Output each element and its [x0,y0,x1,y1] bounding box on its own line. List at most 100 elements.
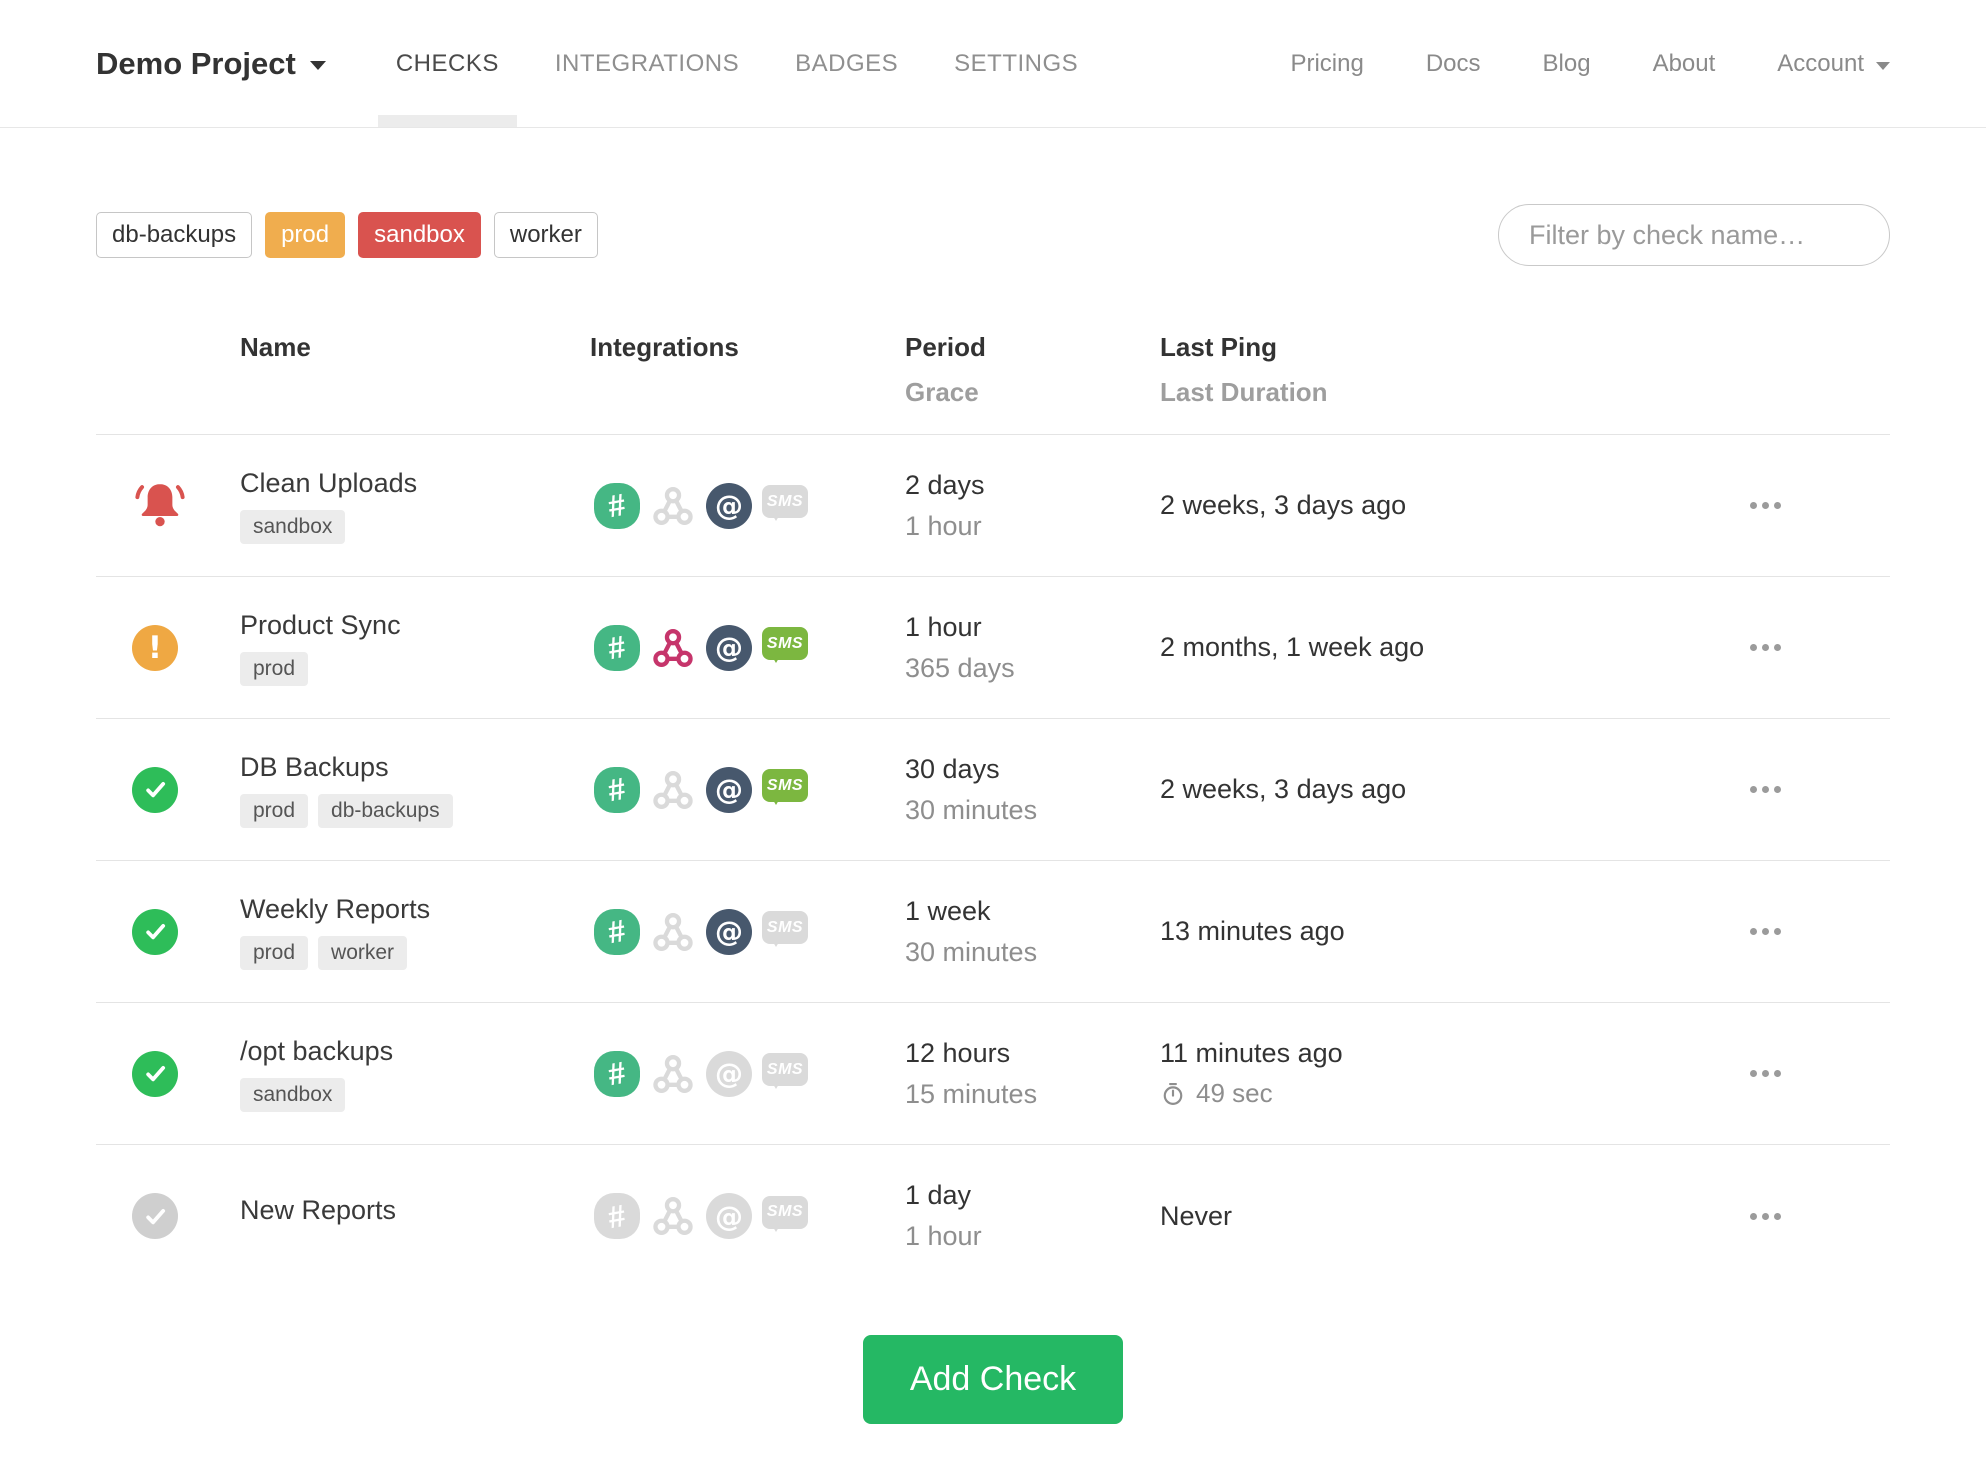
last-ping-cell: Never [1160,1201,1640,1232]
sms-icon: SMS [762,483,808,529]
integrations-cell: # @ SMS [590,482,905,529]
row-menu-button[interactable] [1740,630,1791,665]
nav-links: Pricing Docs Blog About Account [1259,50,1890,78]
check-name[interactable]: /opt backups [240,1036,590,1067]
project-name: Demo Project [96,45,296,81]
col-header-last-ping: Last Ping [1160,332,1278,362]
col-header-grace: Grace [905,377,979,407]
period-cell: 12 hours 15 minutes [905,1038,1160,1110]
last-duration-line: 49 sec [1160,1078,1640,1109]
grace-value: 30 minutes [905,936,1038,967]
check-row[interactable]: ! New Reports # [96,1145,1890,1287]
email-icon: @ [706,482,752,529]
check-name[interactable]: New Reports [240,1195,590,1226]
nav-link-docs[interactable]: Docs [1395,50,1512,78]
check-tag: worker [318,935,408,970]
row-menu-button[interactable] [1740,914,1791,949]
tab-checks[interactable]: CHECKS [368,0,527,127]
col-header-name: Name [240,332,311,362]
webhook-icon [650,909,696,955]
col-header-last-duration: Last Duration [1160,377,1328,407]
tab-settings[interactable]: SETTINGS [926,0,1106,127]
slack-icon: # [594,1193,640,1239]
sms-icon: SMS [762,1051,808,1097]
row-menu-button[interactable] [1740,1199,1791,1234]
tab-badges[interactable]: BADGES [767,0,926,127]
check-tag: sandbox [240,509,346,544]
last-ping-cell: 2 weeks, 3 days ago [1160,490,1640,521]
email-icon: @ [706,1193,752,1239]
sms-icon: SMS [762,767,808,813]
menu-cell [1640,1056,1890,1091]
period-value: 12 hours [905,1037,1011,1068]
alert-bell-icon [132,478,188,534]
nav-link-pricing[interactable]: Pricing [1259,50,1394,78]
tag-filter-sandbox[interactable]: sandbox [358,212,481,258]
row-menu-button[interactable] [1740,772,1791,807]
check-name[interactable]: Weekly Reports [240,894,590,925]
row-menu-button[interactable] [1740,1056,1791,1091]
webhook-icon [650,1193,696,1239]
row-menu-button[interactable] [1740,488,1791,523]
name-cell: Weekly Reports prod worker [240,894,590,970]
check-name-filter-input[interactable] [1498,204,1890,266]
sms-icon: SMS [762,1193,808,1239]
check-row[interactable]: ! DB Backups prod db-backups [96,719,1890,861]
check-name[interactable]: Product Sync [240,610,590,641]
last-ping-value: 13 minutes ago [1160,916,1345,946]
menu-cell [1640,488,1890,523]
nav-link-about[interactable]: About [1622,50,1747,78]
last-ping-value: 2 weeks, 3 days ago [1160,774,1407,804]
account-label: Account [1777,49,1864,77]
period-value: 1 hour [905,611,982,642]
webhook-icon [650,1051,696,1097]
check-name[interactable]: Clean Uploads [240,468,590,499]
name-cell: Clean Uploads sandbox [240,468,590,544]
period-cell: 2 days 1 hour [905,470,1160,542]
period-value: 1 week [905,895,991,926]
top-nav: Demo Project CHECKS INTEGRATIONS BADGES SET… [0,0,1986,128]
check-tag: db-backups [318,793,453,828]
stopwatch-icon [1163,1082,1183,1105]
checks-table: Name Integrations Period Grace Last Ping… [96,266,1890,1287]
nav-link-blog[interactable]: Blog [1512,50,1622,78]
status-cell: ! [96,1050,240,1097]
check-name[interactable]: DB Backups [240,752,590,783]
tab-integrations[interactable]: INTEGRATIONS [527,0,767,127]
last-ping-cell: 11 minutes ago 49 sec [1160,1038,1640,1109]
status-cell: ! [96,478,240,534]
last-duration-value: 49 sec [1196,1078,1273,1108]
menu-cell [1640,772,1890,807]
status-cell: ! [96,1193,240,1239]
integrations-cell: # @ SMS [590,1193,905,1239]
menu-cell [1640,630,1890,665]
table-header: Name Integrations Period Grace Last Ping… [96,266,1890,435]
account-menu[interactable]: Account [1746,50,1890,78]
period-value: 2 days [905,469,985,500]
slack-icon: # [594,766,640,813]
email-icon: @ [706,1050,752,1097]
sms-icon: SMS [762,625,808,671]
grace-value: 1 hour [905,1221,982,1251]
tag-filter-worker[interactable]: worker [493,212,598,258]
grace-value: 365 days [905,652,1015,683]
check-row[interactable]: ! Product Sync prod # @ SMS 1 hour 365 d… [96,577,1890,719]
project-switcher[interactable]: Demo Project [96,46,326,82]
check-row[interactable]: ! /opt backups sandbox [96,1003,1890,1145]
add-check-button[interactable]: Add Check [862,1335,1124,1424]
name-cell: Product Sync prod [240,610,590,686]
exclamation-circle-icon: ! [132,624,178,671]
check-row[interactable]: ! Clean Uploads sandbox [96,435,1890,577]
tag-filter-db-backups[interactable]: db-backups [96,212,253,258]
period-cell: 1 week 30 minutes [905,896,1160,968]
tag-filter-prod[interactable]: prod [265,212,346,258]
menu-cell [1640,914,1890,949]
check-row[interactable]: ! Weekly Reports prod worker [96,861,1890,1003]
caret-down-icon [1876,61,1890,70]
last-ping-cell: 13 minutes ago [1160,916,1640,947]
last-ping-cell: 2 months, 1 week ago [1160,632,1640,663]
integrations-cell: # @ SMS [590,766,905,813]
last-ping-value: 11 minutes ago [1160,1038,1343,1068]
check-circle-icon [132,766,178,813]
slack-icon: # [594,908,640,955]
